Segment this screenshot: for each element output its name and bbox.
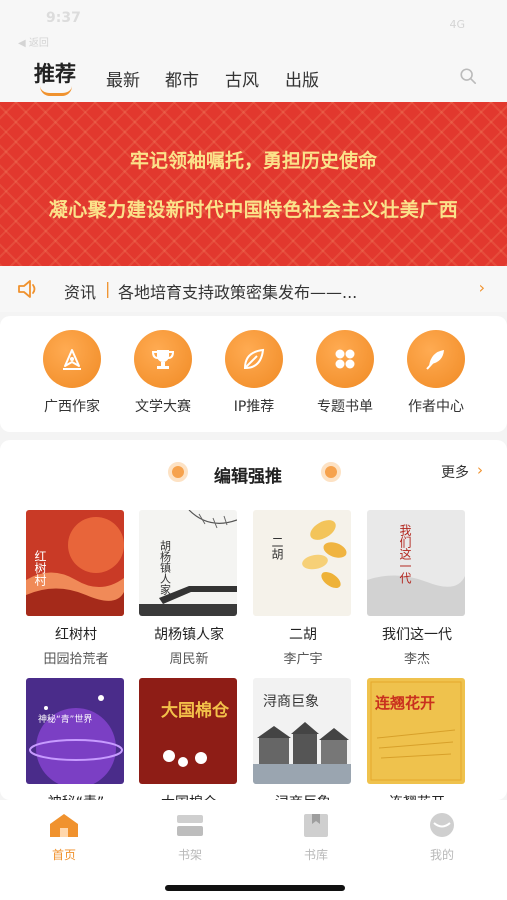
tabbar-label: 我的 xyxy=(429,848,454,862)
pen-nib-icon xyxy=(43,330,101,388)
book-cover: 连翘花开 xyxy=(367,678,465,784)
book-card[interactable]: 胡杨镇人家 胡杨镇人家 周民新 xyxy=(139,510,239,667)
bookshelf-icon xyxy=(177,815,203,836)
category-label: 文学大赛 xyxy=(135,399,191,415)
status-back-link[interactable]: ◀ 返回 xyxy=(18,34,49,49)
book-card[interactable]: 我们这一代 我们这一代 李杰 xyxy=(367,510,467,667)
cover-title: 连翘花开 xyxy=(375,694,435,712)
chevron-right-icon[interactable]: › xyxy=(479,278,485,297)
book-cover: 神秘“青”世界 xyxy=(26,678,124,784)
status-network: 4G xyxy=(449,18,465,31)
category-literature-contest[interactable]: 文学大赛 xyxy=(123,330,203,416)
section-deco-right xyxy=(321,462,341,482)
book-cover: 二胡 xyxy=(253,510,351,616)
book-card[interactable]: 大国棉仓 大国棉仓 xyxy=(139,678,239,800)
banner-headline: 牢记领袖嘱托，勇担历史使命 xyxy=(129,150,377,172)
book-card[interactable]: 神秘“青”世界 神秘“青” xyxy=(26,678,126,800)
tab-publishing[interactable]: 出版 xyxy=(285,66,319,91)
speaker-icon xyxy=(18,280,36,298)
status-time: 9:37 xyxy=(46,10,81,26)
tabbar-label: 书架 xyxy=(177,848,202,862)
top-nav: 推荐 最新 都市 古风 出版 xyxy=(0,48,507,102)
editor-picks-section: 编辑强推 更多 › 红树村 红树村 田园拾荒者 胡杨镇人家 胡杨镇人家 周民新 … xyxy=(0,440,507,800)
banner-subheadline: 凝心聚力建设新时代中国特色社会主义壮美广西 xyxy=(48,199,459,221)
category-shortcuts: 广西作家 文学大赛 IP推荐 专题书单 作者中心 xyxy=(0,316,507,432)
tabbar-label: 书库 xyxy=(303,848,328,862)
book-title: 胡杨镇人家 xyxy=(154,627,224,643)
book-author: 周民新 xyxy=(169,652,209,667)
search-icon[interactable] xyxy=(459,67,477,85)
book-title: 大国棉仓 xyxy=(139,792,239,800)
category-label: IP推荐 xyxy=(233,399,275,415)
cover-title: 神秘“青”世界 xyxy=(38,713,92,725)
category-guangxi-writers[interactable]: 广西作家 xyxy=(32,330,112,416)
more-link[interactable]: 更多 xyxy=(441,462,469,482)
chevron-right-icon[interactable]: › xyxy=(477,461,483,479)
book-cover: 胡杨镇人家 xyxy=(139,510,237,616)
book-cover: 红树村 xyxy=(26,510,124,616)
category-ip-recommend[interactable]: IP推荐 xyxy=(214,330,294,416)
news-tag: 资讯 xyxy=(64,283,97,302)
promo-banner[interactable]: 牢记领袖嘱托，勇担历史使命 凝心聚力建设新时代中国特色社会主义壮美广西 xyxy=(0,102,507,266)
book-title: 红树村 xyxy=(55,627,97,643)
book-card[interactable]: 浔商巨象 浔商巨象 xyxy=(253,678,353,800)
cover-title: 我们这一代 xyxy=(398,524,412,585)
tab-latest[interactable]: 最新 xyxy=(106,66,140,91)
book-title: 浔商巨象 xyxy=(253,792,353,800)
cover-title: 大国棉仓 xyxy=(161,700,230,721)
book-title: 我们这一代 xyxy=(382,627,452,643)
book-cover: 浔商巨象 xyxy=(253,678,351,784)
cover-title: 红树村 xyxy=(33,549,47,586)
category-label: 作者中心 xyxy=(408,399,464,415)
tab-recommend[interactable]: 推荐 xyxy=(34,58,76,88)
book-cover: 大国棉仓 xyxy=(139,678,237,784)
home-indicator xyxy=(165,885,345,891)
book-title: 连翘花开 xyxy=(367,792,467,800)
category-author-center[interactable]: 作者中心 xyxy=(396,330,476,416)
status-bar: 9:37 ◀ 返回 4G xyxy=(0,0,507,49)
home-icon xyxy=(50,814,78,837)
tabbar-label: 首页 xyxy=(51,848,76,862)
cover-title: 浔商巨象 xyxy=(263,694,319,710)
tabbar-profile[interactable]: 我的 xyxy=(412,812,472,863)
news-headline[interactable]: 各地培育支持政策密集发布——... xyxy=(118,279,357,303)
cover-title: 二胡 xyxy=(270,536,284,561)
category-topic-booklist[interactable]: 专题书单 xyxy=(305,330,385,416)
book-author: 李杰 xyxy=(403,652,430,667)
leaf-icon xyxy=(225,330,283,388)
book-title: 神秘“青” xyxy=(26,792,126,800)
section-deco-left xyxy=(168,462,188,482)
cover-title: 胡杨镇人家 xyxy=(159,539,172,595)
banner-pattern xyxy=(0,102,507,266)
category-label: 专题书单 xyxy=(317,399,373,415)
tab-urban[interactable]: 都市 xyxy=(165,66,199,91)
news-separator: | xyxy=(105,279,111,298)
active-tab-indicator xyxy=(40,86,72,96)
book-author: 田园拾荒者 xyxy=(43,652,109,667)
book-card[interactable]: 二胡 二胡 李广宇 xyxy=(253,510,353,667)
book-title: 二胡 xyxy=(289,627,317,643)
tabbar-library[interactable]: 书库 xyxy=(286,812,346,863)
category-label: 广西作家 xyxy=(44,399,100,415)
feather-icon xyxy=(407,330,465,388)
book-cover: 我们这一代 xyxy=(367,510,465,616)
tab-ancient[interactable]: 古风 xyxy=(225,66,259,91)
library-icon xyxy=(304,814,328,837)
news-ticker[interactable]: 资讯 | 各地培育支持政策密集发布——... › xyxy=(0,266,507,312)
tabbar-bookshelf[interactable]: 书架 xyxy=(160,812,220,863)
book-card[interactable]: 连翘花开 连翘花开 xyxy=(367,678,467,800)
profile-icon xyxy=(430,813,454,837)
book-author: 李广宇 xyxy=(283,652,323,667)
section-title: 编辑强推 xyxy=(214,467,282,487)
tabbar-home[interactable]: 首页 xyxy=(34,812,94,863)
grid-dots-icon xyxy=(316,330,374,388)
book-card[interactable]: 红树村 红树村 田园拾荒者 xyxy=(26,510,126,667)
trophy-icon xyxy=(134,330,192,388)
